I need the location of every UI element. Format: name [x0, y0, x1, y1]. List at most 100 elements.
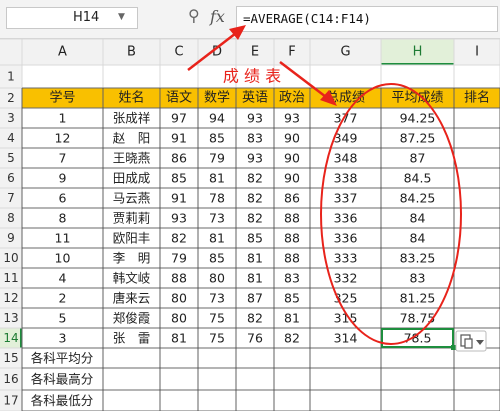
table-cell: 83: [284, 271, 300, 286]
table-cell: 4: [59, 271, 67, 286]
table-cell: 7: [59, 151, 67, 166]
table-cell: 5: [59, 311, 67, 326]
table-cell: 82: [247, 211, 263, 226]
table-cell: 81.25: [400, 291, 436, 306]
table-cell: 83.25: [400, 251, 436, 266]
table-cell: 6: [59, 191, 67, 206]
table-cell: 欧阳丰: [113, 231, 151, 246]
column-header-b: B: [127, 45, 136, 60]
table-cell: 9: [59, 171, 67, 186]
table-cell: 83: [410, 271, 426, 286]
table-cell: 93: [171, 211, 187, 226]
spreadsheet-grid: A B C D E F G H I 1 2 3 4 5 6 7 8 9 10 11 12 13 14 15 16 17 学号 姓名 语文…: [0, 0, 500, 411]
table-cell: 84.5: [404, 171, 432, 186]
table-cell: 田成成: [113, 171, 151, 186]
table-cell: 唐来云: [113, 291, 151, 306]
row-header-16: 16: [3, 372, 18, 386]
row-header-2: 2: [7, 91, 15, 105]
table-cell: 82: [284, 331, 300, 346]
table-cell: 88: [284, 231, 300, 246]
row-header-4: 4: [7, 131, 15, 145]
table-cell: 81: [171, 331, 187, 346]
row-header-10: 10: [3, 251, 18, 265]
table-cell: 377: [334, 111, 358, 126]
table-cell: 88: [171, 271, 187, 286]
table-header-cell: 政治: [279, 91, 305, 106]
table-cell: 82: [171, 231, 187, 246]
table-cell: 73: [209, 211, 225, 226]
row-header-9: 9: [7, 231, 15, 245]
row-header-8: 8: [7, 211, 15, 225]
column-header-g: G: [340, 45, 350, 60]
table-cell: 78: [209, 191, 225, 206]
table-cell: 83: [247, 131, 263, 146]
table-cell: 85: [209, 251, 225, 266]
table-cell: 87: [247, 291, 263, 306]
row-header-5: 5: [7, 151, 15, 165]
column-header-a: A: [58, 45, 67, 60]
table-cell: 81: [247, 271, 263, 286]
row-header-12: 12: [3, 291, 18, 305]
table-cell: 84: [410, 211, 426, 226]
table-header-cell: 数学: [204, 90, 230, 106]
table-cell: 90: [284, 151, 300, 166]
summary-label: 各科平均分: [31, 351, 94, 366]
table-cell: 84: [410, 231, 426, 246]
table-cell: 336: [334, 231, 358, 246]
table-cell: 贾莉莉: [113, 211, 151, 226]
table-cell: 87: [410, 151, 426, 166]
row-header-13: 13: [3, 311, 18, 325]
table-cell: 85: [247, 231, 263, 246]
table-cell: 314: [334, 331, 358, 346]
table-cell: 82: [247, 191, 263, 206]
table-cell: 337: [334, 191, 358, 206]
fill-handle[interactable]: [451, 345, 456, 350]
table-cell: 78.5: [404, 331, 432, 346]
table-cell: 76: [247, 331, 263, 346]
table-cell: 82: [247, 171, 263, 186]
row-header-15: 15: [3, 351, 18, 365]
table-cell: 87.25: [400, 131, 436, 146]
table-cell: 12: [55, 131, 71, 146]
table-cell: 1: [59, 111, 67, 126]
table-cell: 94.25: [400, 111, 436, 126]
table-cell: 85: [284, 291, 300, 306]
table-cell: 91: [171, 131, 187, 146]
table-cell: 81: [247, 251, 263, 266]
table-header-cell: 排名: [464, 90, 490, 106]
table-header-cell: 语文: [166, 91, 192, 106]
table-header-cell: 学号: [49, 90, 75, 106]
row-header-3: 3: [7, 111, 15, 125]
table-cell: 75: [209, 331, 225, 346]
table-cell: 86: [171, 151, 187, 166]
table-cell: 韩文岐: [113, 271, 151, 286]
table-cell: 李 明: [113, 251, 151, 266]
paste-options-icon-inner: [464, 338, 473, 349]
table-cell: 86: [284, 191, 300, 206]
table-cell: 333: [334, 251, 358, 266]
column-header-c: C: [174, 45, 183, 60]
table-header-cell: 英语: [242, 91, 268, 106]
table-cell: 81: [284, 311, 300, 326]
table-cell: 88: [284, 211, 300, 226]
table-cell: 81: [209, 171, 225, 186]
table-cell: 11: [55, 231, 71, 246]
table-cell: 79: [209, 151, 225, 166]
table-cell: 张成祥: [113, 111, 151, 126]
table-cell: 338: [334, 171, 358, 186]
table-cell: 赵 阳: [113, 131, 151, 146]
column-header-h: H: [413, 45, 423, 60]
table-cell: 75: [209, 311, 225, 326]
table-cell: 90: [284, 131, 300, 146]
row-header-14: 14: [3, 331, 18, 345]
row-header-6: 6: [7, 171, 15, 185]
table-cell: 王晓燕: [113, 151, 151, 166]
table-cell: 90: [284, 171, 300, 186]
table-cell: 73: [209, 291, 225, 306]
row-header-17: 17: [3, 394, 18, 408]
table-cell: 张 雷: [113, 331, 151, 346]
table-cell: 93: [247, 151, 263, 166]
row-header-1: 1: [7, 70, 15, 84]
table-cell: 郑俊霞: [113, 311, 151, 326]
column-header-e: E: [251, 45, 259, 60]
